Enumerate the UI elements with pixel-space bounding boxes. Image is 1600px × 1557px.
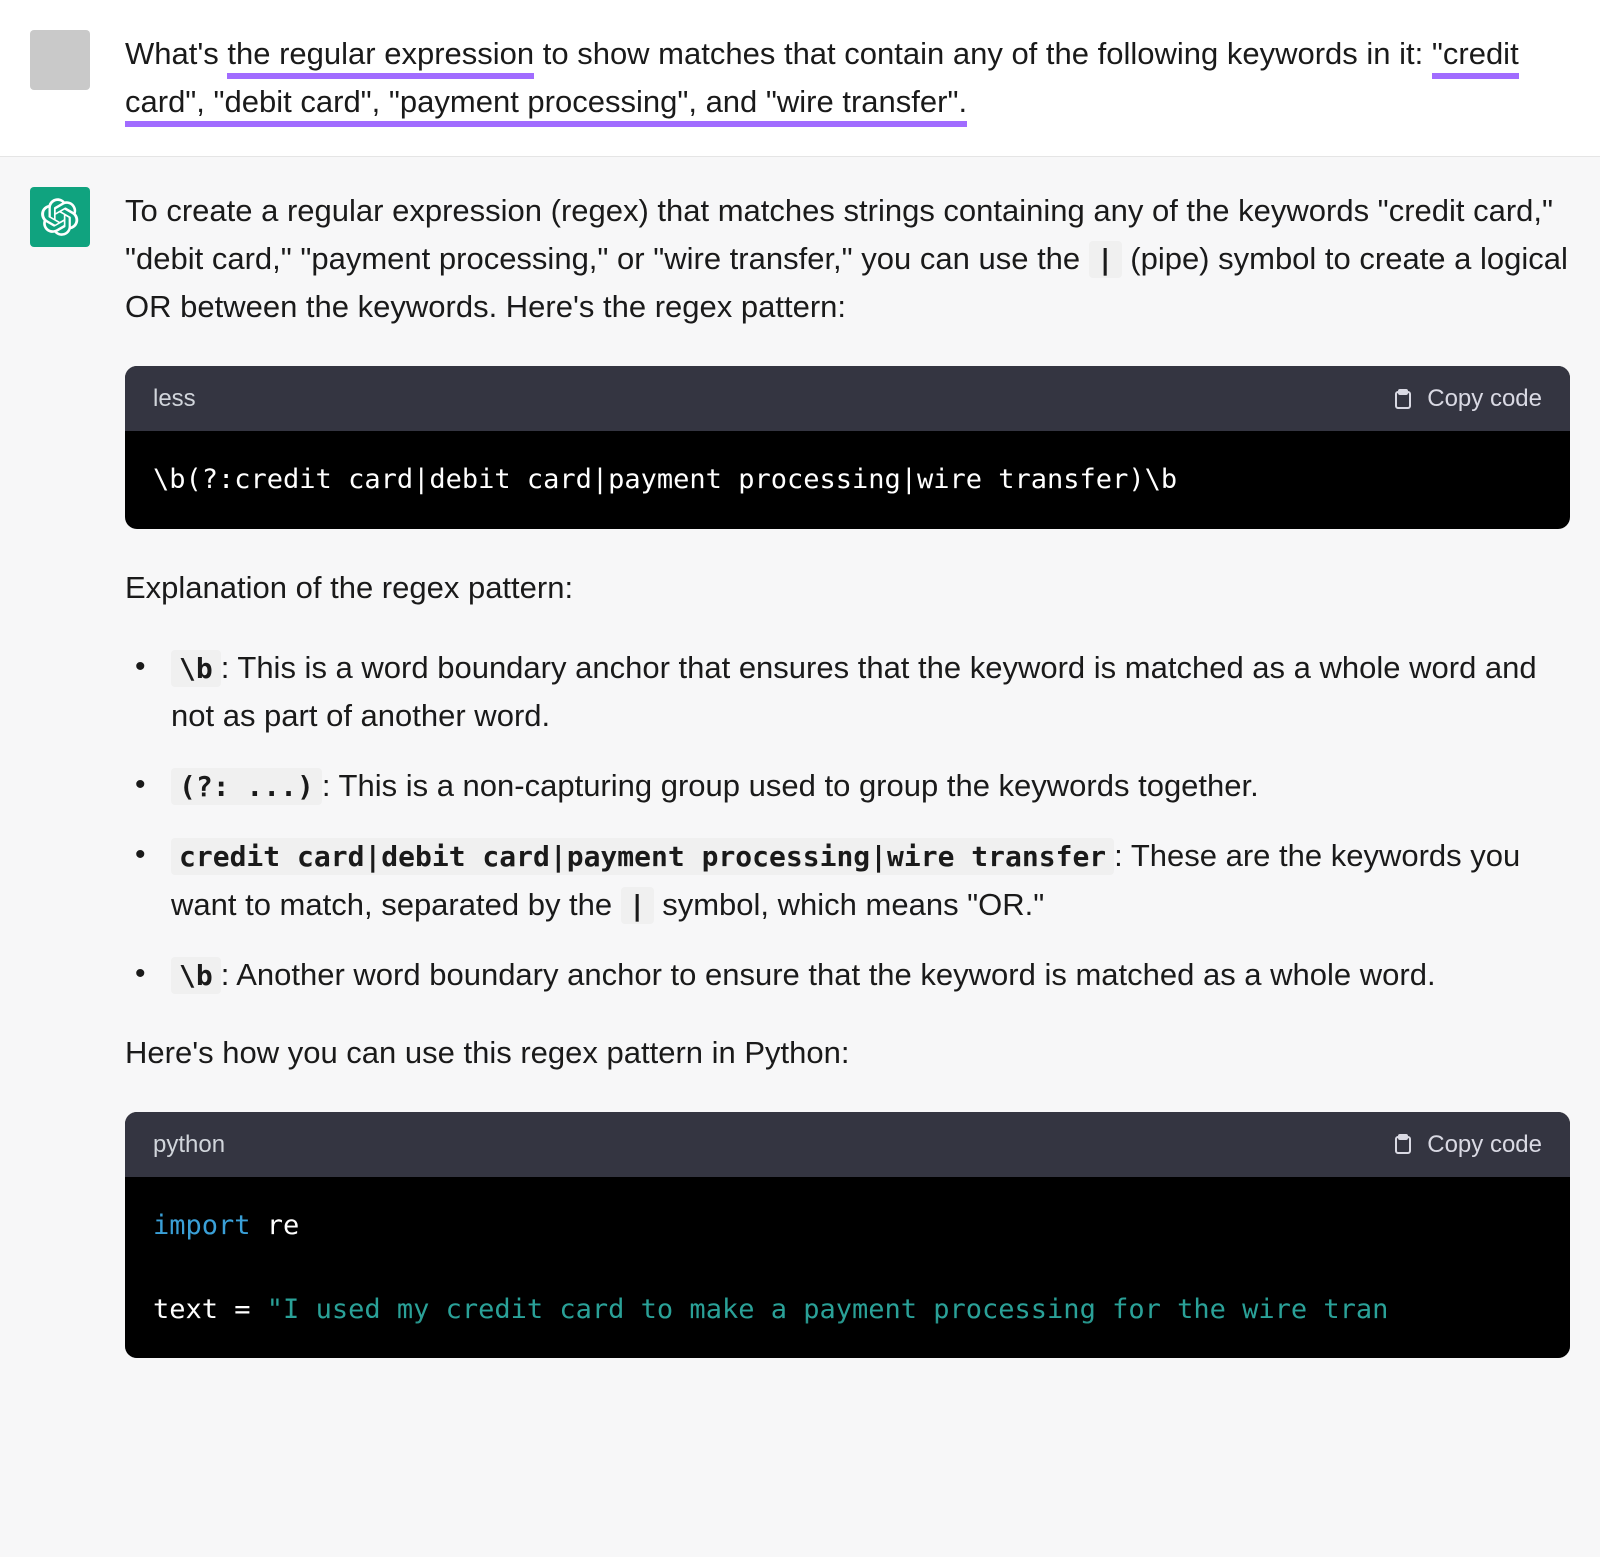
explanation-list: \b: This is a word boundary anchor that … — [125, 644, 1570, 998]
paragraph: To create a regular expression (regex) t… — [125, 187, 1570, 331]
clipboard-icon — [1391, 387, 1415, 411]
inline-code: \b — [171, 650, 221, 687]
code-block-python: python Copy code import re text = "I use… — [125, 1112, 1570, 1359]
code-body[interactable]: import re text = "I used my credit card … — [125, 1177, 1570, 1359]
clipboard-icon — [1391, 1132, 1415, 1156]
code-body[interactable]: \b(?:credit card|debit card|payment proc… — [125, 431, 1570, 529]
assistant-message-text: To create a regular expression (regex) t… — [125, 187, 1570, 1393]
text-fragment: : Another word boundary anchor to ensure… — [221, 957, 1436, 992]
highlight-span: the regular expression — [227, 36, 534, 79]
openai-logo-icon — [41, 198, 79, 236]
list-item: \b: This is a word boundary anchor that … — [153, 644, 1570, 740]
text-fragment: : This is a non-capturing group used to … — [322, 768, 1259, 803]
text-fragment: What's — [125, 36, 227, 71]
code-block-header: python Copy code — [125, 1112, 1570, 1177]
copy-code-label: Copy code — [1427, 1126, 1542, 1163]
copy-code-button[interactable]: Copy code — [1391, 380, 1542, 417]
inline-code: (?: ...) — [171, 768, 322, 805]
code-lang-label: less — [153, 380, 196, 417]
list-item: \b: Another word boundary anchor to ensu… — [153, 951, 1570, 999]
code-token: re — [251, 1210, 300, 1241]
assistant-avatar — [30, 187, 90, 247]
user-avatar — [30, 30, 90, 90]
inline-code: | — [621, 887, 654, 924]
text-fragment: to show matches that contain any of the … — [534, 36, 1432, 71]
code-lang-label: python — [153, 1126, 225, 1163]
code-token-string: "I used my credit card to make a payment… — [267, 1294, 1389, 1325]
paragraph: Explanation of the regex pattern: — [125, 564, 1570, 612]
user-message-row: What's the regular expression to show ma… — [0, 0, 1600, 157]
inline-code: credit card|debit card|payment processin… — [171, 838, 1114, 875]
list-item: credit card|debit card|payment processin… — [153, 832, 1570, 928]
user-message-text: What's the regular expression to show ma… — [125, 30, 1570, 126]
assistant-message-row: To create a regular expression (regex) t… — [0, 157, 1600, 1423]
list-item: (?: ...): This is a non-capturing group … — [153, 762, 1570, 810]
text-fragment: : This is a word boundary anchor that en… — [171, 650, 1537, 733]
inline-code: \b — [171, 957, 221, 994]
code-block-header: less Copy code — [125, 366, 1570, 431]
copy-code-label: Copy code — [1427, 380, 1542, 417]
copy-code-button[interactable]: Copy code — [1391, 1126, 1542, 1163]
inline-code: | — [1089, 241, 1122, 278]
text-fragment: symbol, which means "OR." — [654, 887, 1045, 922]
paragraph: Here's how you can use this regex patter… — [125, 1029, 1570, 1077]
code-block-regex: less Copy code \b(?:credit card|debit ca… — [125, 366, 1570, 529]
code-token: text = — [153, 1294, 267, 1325]
code-token-keyword: import — [153, 1210, 251, 1241]
